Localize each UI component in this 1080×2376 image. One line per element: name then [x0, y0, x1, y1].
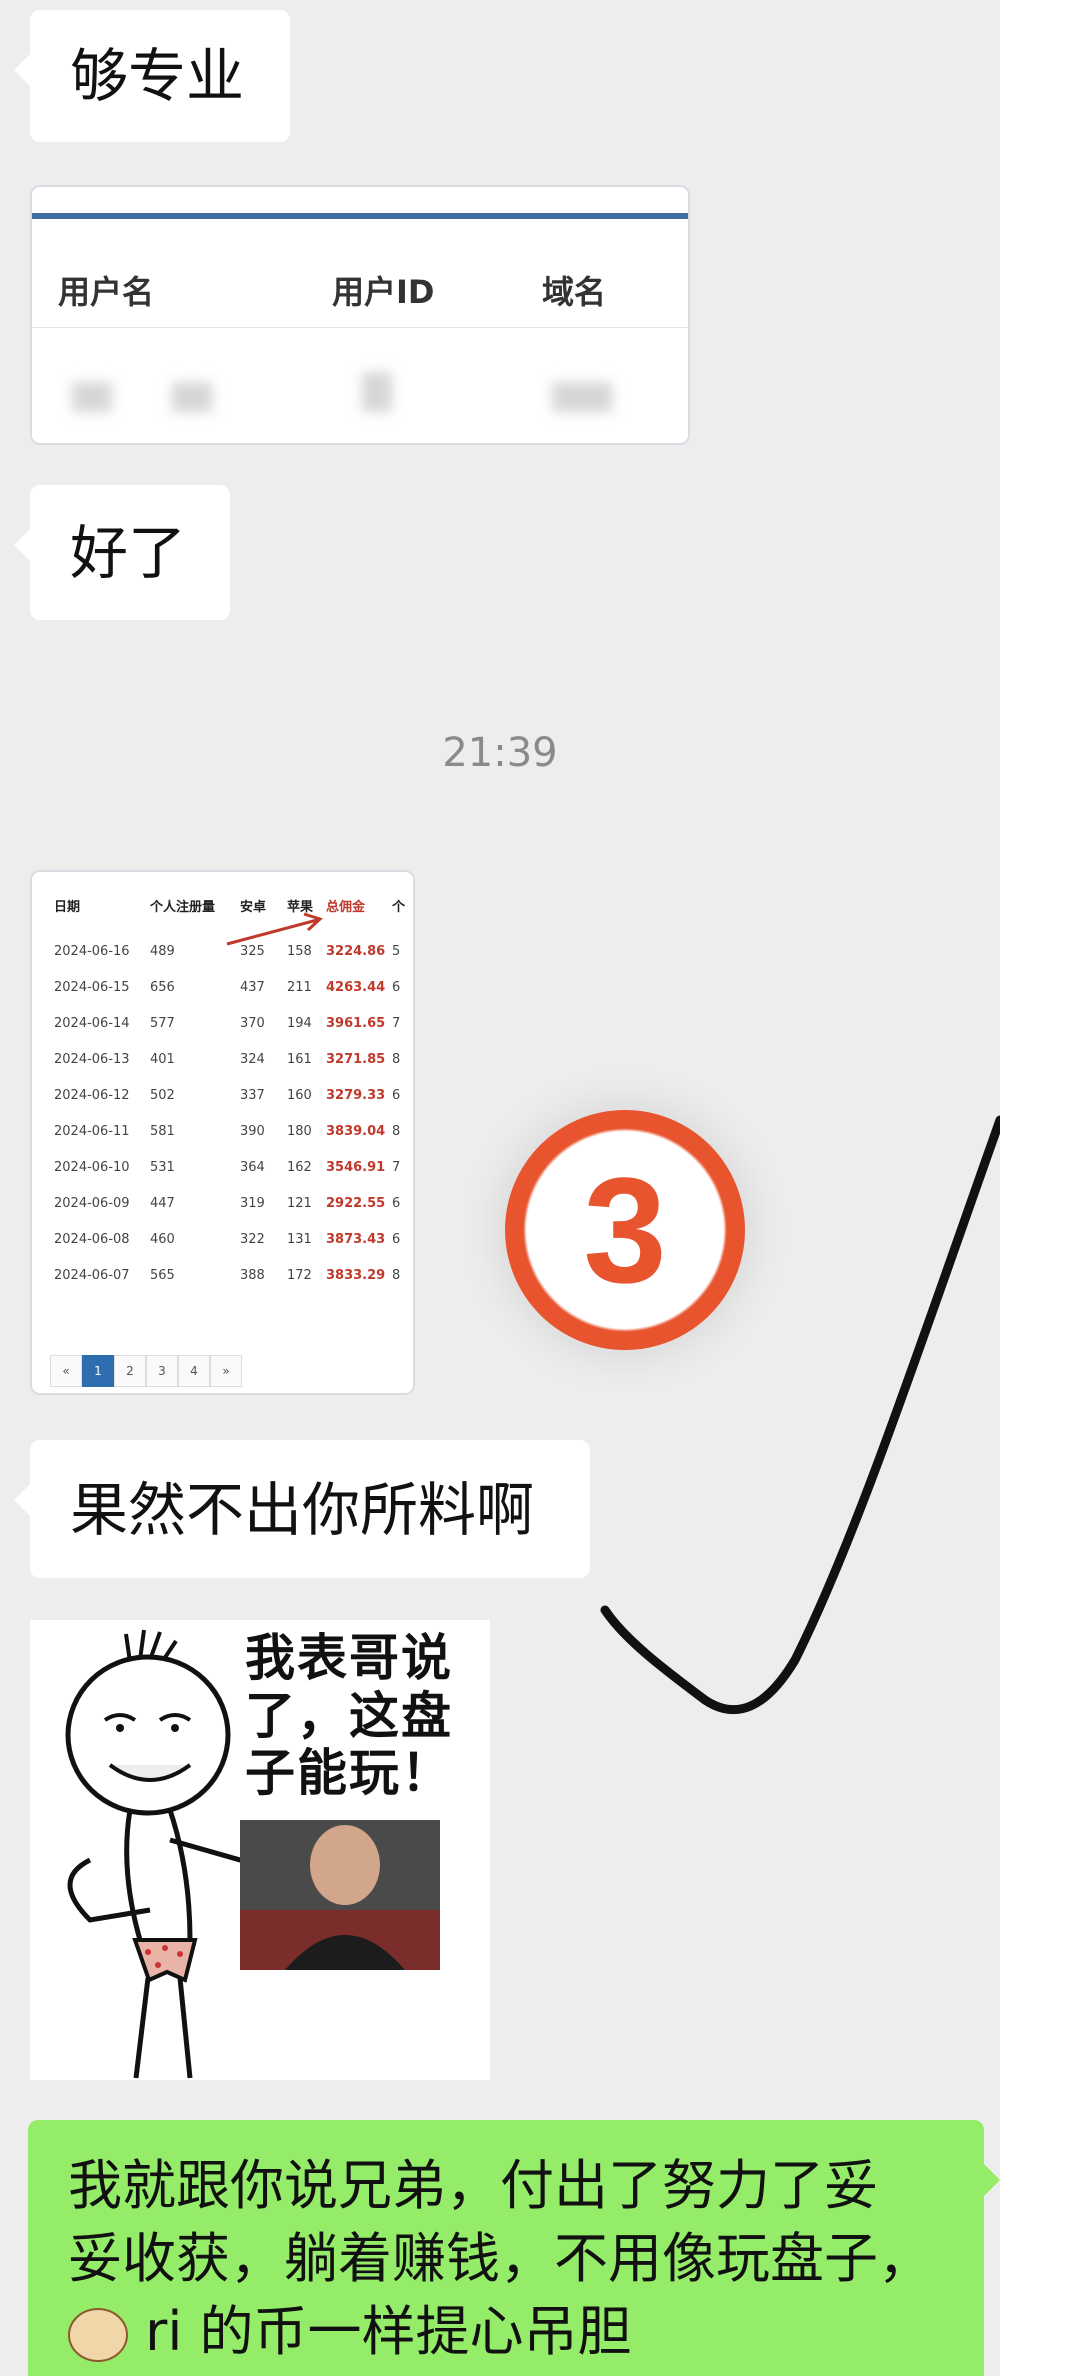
- checkmark-overlay-icon: [600, 1115, 1000, 1715]
- right-gutter: [1000, 0, 1080, 2376]
- chat-area[interactable]: 够专业 用户名 用户ID 域名 好了 21:39 日期 个人注册量 安卓 苹果 总佣金个…: [0, 0, 1000, 2376]
